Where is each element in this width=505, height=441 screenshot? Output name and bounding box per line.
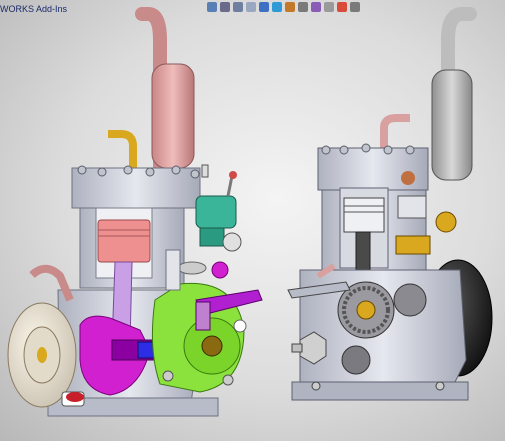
right-brass-fitting	[435, 211, 457, 233]
right-piston	[343, 197, 385, 233]
right-engine-sectioned[interactable]	[287, 7, 493, 401]
right-muffler	[431, 69, 473, 181]
left-carburetor	[195, 195, 237, 229]
left-cylinder-head	[71, 167, 201, 209]
right-pink-pipe	[380, 114, 410, 150]
left-muffler	[151, 63, 195, 169]
left-piston	[97, 219, 151, 263]
left-engine-sectioned[interactable]	[7, 6, 263, 417]
model-viewport[interactable]: WORKS Add-Ins	[0, 0, 505, 441]
engine-assembly-render[interactable]	[0, 0, 505, 441]
left-fuel-line	[29, 264, 74, 302]
